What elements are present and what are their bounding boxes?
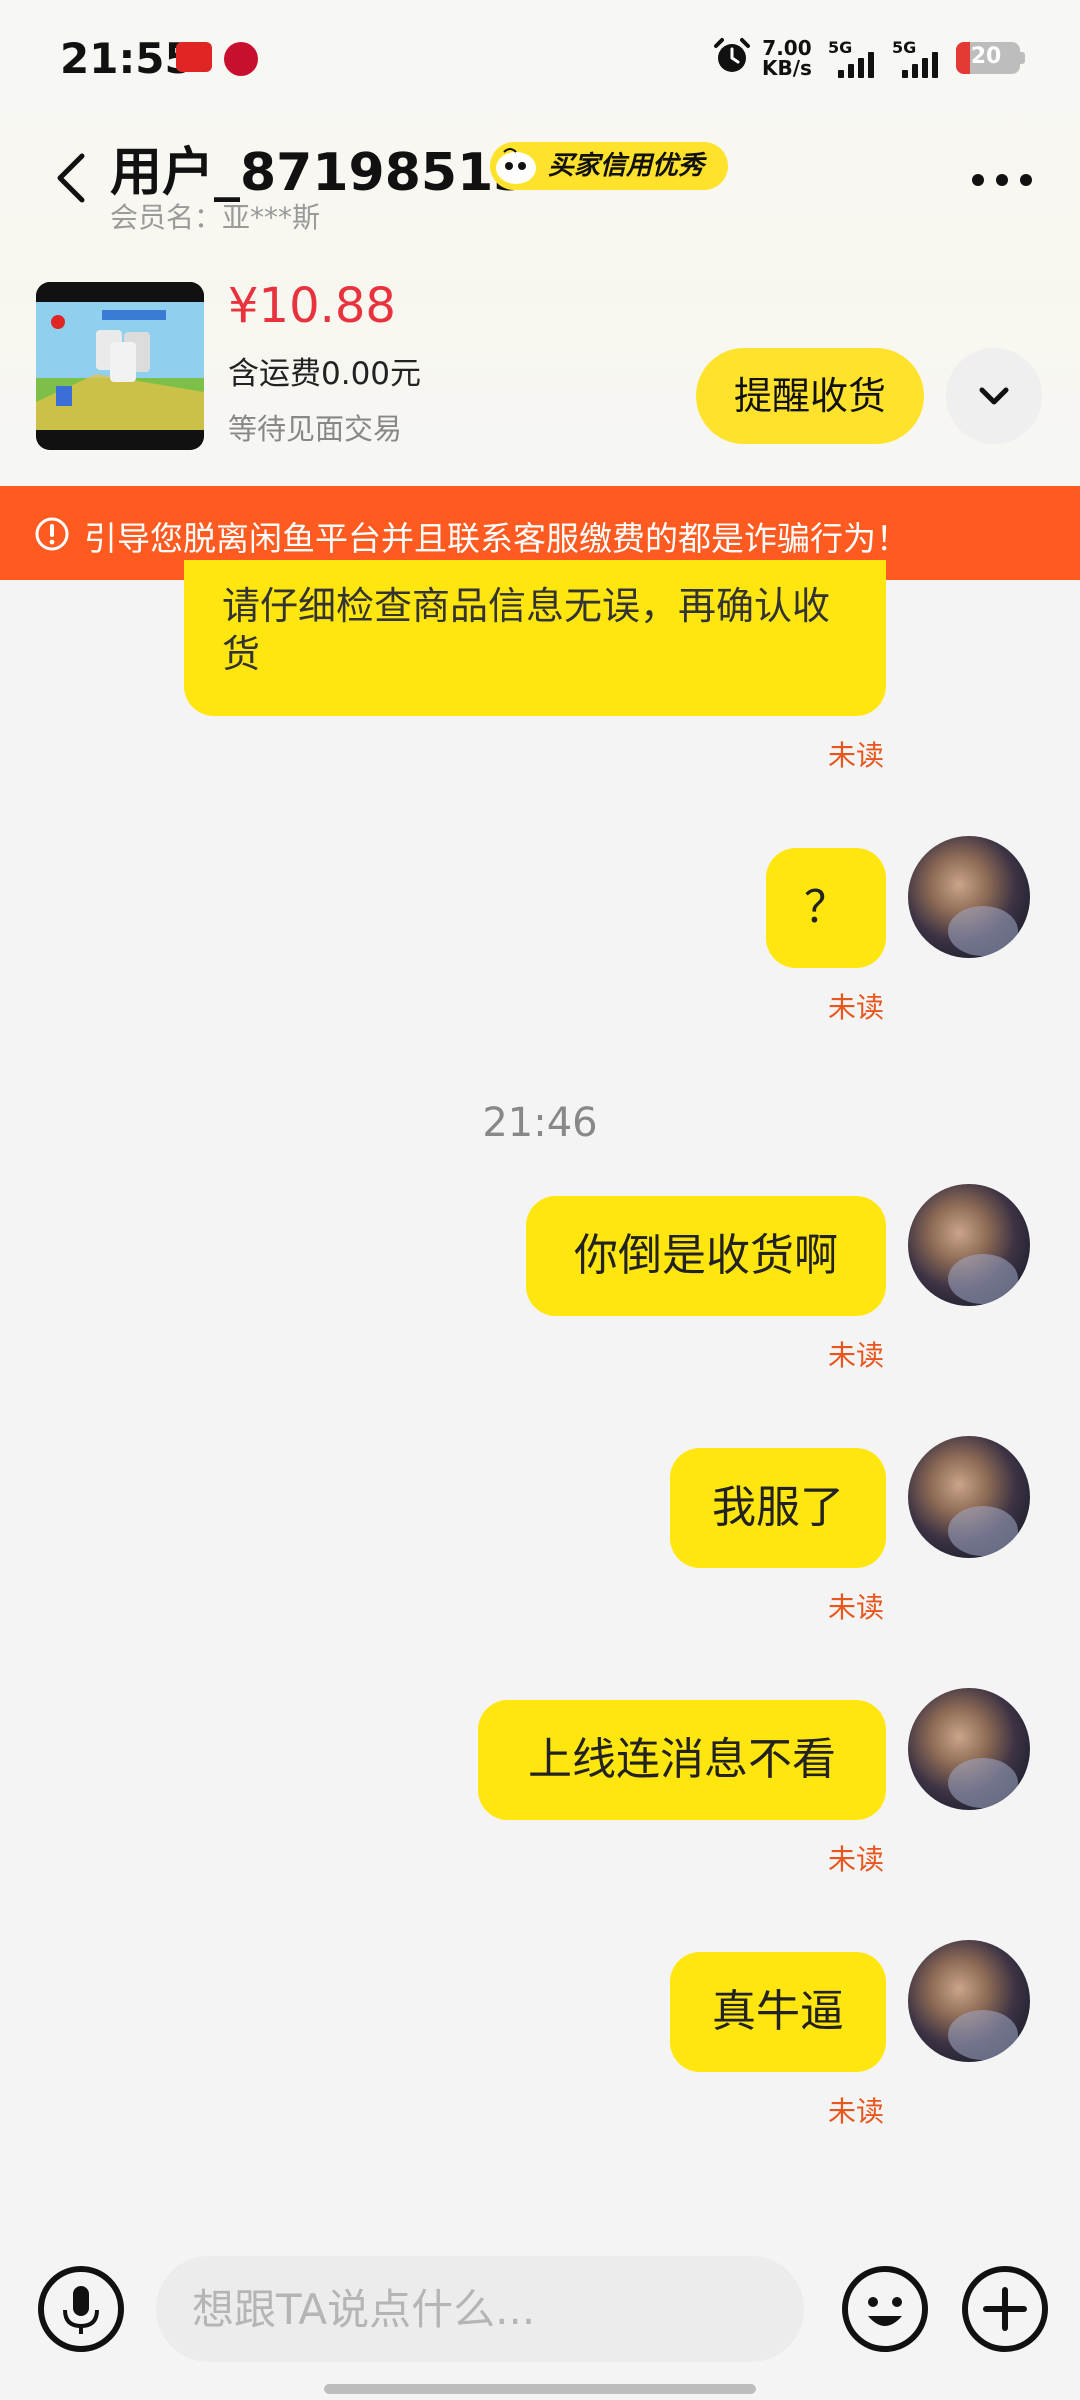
- emoji-icon[interactable]: [840, 2264, 930, 2354]
- status-bar: 21:55 7.00 KB/s 5G 5G 20: [0, 0, 1080, 120]
- bank-app-icon: [224, 42, 258, 76]
- unionpay-app-icon: [176, 42, 212, 72]
- warning-icon: [35, 517, 69, 551]
- status-time: 21:55: [60, 34, 194, 83]
- chevron-down-icon[interactable]: [946, 348, 1042, 444]
- unread-status: 未读: [827, 1591, 884, 1624]
- product-shipping: 含运费0.00元: [228, 356, 422, 392]
- credit-badge-label: 买家信用优秀: [548, 151, 705, 181]
- message-input[interactable]: [156, 2256, 804, 2362]
- chat-title: 用户_87198513: [110, 143, 530, 203]
- home-indicator[interactable]: [324, 2384, 756, 2394]
- signal-1-bars-icon: [838, 52, 874, 78]
- message-bubble[interactable]: ？: [766, 848, 886, 968]
- unread-status: 未读: [827, 991, 884, 1024]
- network-speed-unit: KB/s: [762, 56, 812, 80]
- network-speed: 7.00 KB/s: [762, 38, 812, 78]
- remind-receipt-button[interactable]: 提醒收货: [696, 348, 924, 444]
- signal-2-bars-icon: [902, 52, 938, 78]
- avatar[interactable]: [908, 836, 1030, 958]
- message-bubble[interactable]: 上线连消息不看: [478, 1700, 886, 1820]
- avatar[interactable]: [908, 1184, 1030, 1306]
- avatar[interactable]: [908, 1940, 1030, 2062]
- battery-level: 20: [970, 44, 1002, 69]
- warning-text: 引导您脱离闲鱼平台并且联系客服缴费的都是诈骗行为！: [84, 519, 909, 558]
- fish-face-icon: [496, 148, 536, 184]
- plus-icon[interactable]: [960, 2264, 1050, 2354]
- unread-status: 未读: [827, 1339, 884, 1372]
- unread-status: 未读: [827, 739, 884, 772]
- unread-status: 未读: [827, 2095, 884, 2128]
- product-image: [36, 282, 204, 450]
- credit-badge[interactable]: 买家信用优秀: [490, 142, 729, 190]
- member-name: 会员名：亚***斯: [110, 201, 321, 234]
- battery-tip: [1020, 52, 1025, 64]
- message-bubble[interactable]: 我服了: [670, 1448, 886, 1568]
- message-timestamp: 21:46: [482, 1100, 598, 1146]
- more-options-icon[interactable]: [966, 160, 1038, 200]
- message-bubble[interactable]: 你倒是收货啊: [526, 1196, 886, 1316]
- microphone-icon[interactable]: [36, 2264, 126, 2354]
- battery-icon: 20: [956, 42, 1020, 74]
- network-speed-value: 7.00: [762, 36, 812, 60]
- unread-status: 未读: [827, 1843, 884, 1876]
- product-price: ¥10.88: [228, 278, 396, 334]
- alarm-icon: [714, 38, 750, 72]
- back-arrow-icon[interactable]: [44, 148, 104, 208]
- trade-status: 等待见面交易: [228, 412, 403, 446]
- product-thumbnail[interactable]: [36, 282, 204, 450]
- message-bubble[interactable]: 真牛逼: [670, 1952, 886, 2072]
- message-bubble-system[interactable]: 请仔细检查商品信息无误，再确认收货: [184, 560, 886, 716]
- avatar[interactable]: [908, 1436, 1030, 1558]
- avatar[interactable]: [908, 1688, 1030, 1810]
